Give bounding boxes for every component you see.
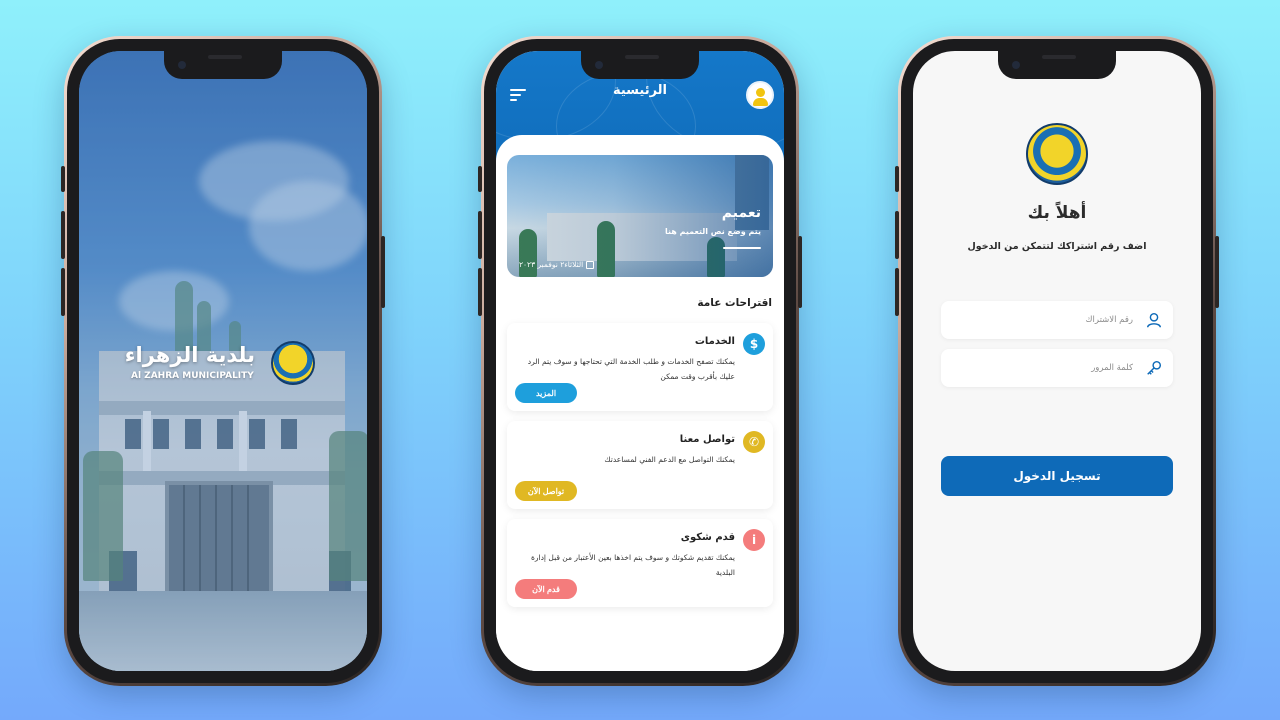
page-title: الرئيسية — [612, 83, 668, 98]
announcement-title: تعميم — [721, 205, 761, 221]
brand-name-arabic: بلدية الزهراء — [124, 343, 255, 367]
phone-home: الرئيسية تعميم يتم وضع نص التعميم هنا ال… — [478, 36, 802, 686]
complaint-card[interactable]: i قدم شكوى يمكنك تقديم شكوتك و سوف يتم ا… — [507, 519, 773, 607]
mute-switch — [61, 166, 65, 192]
volume-up-button — [478, 211, 482, 259]
announcement-text: يتم وضع نص التعميم هنا — [664, 227, 761, 236]
notch — [164, 51, 282, 79]
services-icon: $ — [743, 333, 765, 355]
municipality-logo — [1026, 123, 1088, 185]
section-title: اقتراحات عامة — [697, 297, 772, 309]
announcement-date: الثلاثاء٢ نوفمبر ٢٠٢٣ — [519, 260, 595, 269]
notch — [581, 51, 699, 79]
card-title: تواصل معنا — [679, 434, 735, 445]
volume-down-button — [61, 268, 65, 316]
camera-icon — [178, 61, 186, 69]
volume-up-button — [61, 211, 65, 259]
login-instructions: اضف رقم اشتراكك لتتمكن من الدخول — [967, 241, 1147, 252]
announcement-card[interactable]: تعميم يتم وضع نص التعميم هنا الثلاثاء٢ ن… — [507, 155, 773, 277]
submit-now-button[interactable]: قدم الآن — [515, 579, 577, 599]
phone-icon: ✆ — [743, 431, 765, 453]
announcement-date-text: الثلاثاء٢ نوفمبر ٢٠٢٣ — [519, 260, 584, 269]
card-description: يمكنك تصفح الخدمات و طلب الخدمة التي تحت… — [527, 357, 735, 381]
mute-switch — [895, 166, 899, 192]
brand-name-english: Al ZAHRA MUNICIPALITY — [131, 371, 254, 381]
power-button — [1215, 236, 1219, 308]
login-button[interactable]: تسجيل الدخول — [941, 456, 1173, 496]
info-icon: i — [743, 529, 765, 551]
password-input[interactable] — [949, 349, 1133, 387]
user-icon — [1146, 312, 1162, 328]
announcement-underline — [723, 247, 761, 249]
welcome-heading: أهلاً بك — [1027, 203, 1087, 223]
power-button — [798, 236, 802, 308]
card-description: يمكنك تقديم شكوتك و سوف يتم اخذها بعين ا… — [530, 553, 735, 577]
key-icon — [1147, 360, 1162, 375]
calendar-icon — [586, 260, 595, 269]
subscription-field[interactable] — [941, 301, 1173, 339]
phone-login: أهلاً بك اضف رقم اشتراكك لتتمكن من الدخو… — [895, 36, 1219, 686]
mute-switch — [478, 166, 482, 192]
camera-icon — [595, 61, 603, 69]
power-button — [381, 236, 385, 308]
more-button[interactable]: المزيد — [515, 383, 577, 403]
volume-down-button — [478, 268, 482, 316]
card-title: الخدمات — [694, 336, 735, 347]
login-screen: أهلاً بك اضف رقم اشتراكك لتتمكن من الدخو… — [913, 51, 1201, 671]
home-screen: الرئيسية تعميم يتم وضع نص التعميم هنا ال… — [496, 51, 784, 671]
contact-now-button[interactable]: تواصل الآن — [515, 481, 577, 501]
home-content: تعميم يتم وضع نص التعميم هنا الثلاثاء٢ ن… — [496, 135, 784, 671]
phone-splash: بلدية الزهراء Al ZAHRA MUNICIPALITY — [61, 36, 385, 686]
splash-screen: بلدية الزهراء Al ZAHRA MUNICIPALITY — [79, 51, 367, 671]
password-field[interactable] — [941, 349, 1173, 387]
camera-icon — [1012, 61, 1020, 69]
contact-card[interactable]: ✆ تواصل معنا يمكنك التواصل مع الدعم الفن… — [507, 421, 773, 509]
municipality-logo — [271, 341, 315, 385]
subscription-input[interactable] — [949, 301, 1133, 339]
services-card[interactable]: $ الخدمات يمكنك تصفح الخدمات و طلب الخدم… — [507, 323, 773, 411]
volume-up-button — [895, 211, 899, 259]
volume-down-button — [895, 268, 899, 316]
notch — [998, 51, 1116, 79]
avatar[interactable] — [746, 81, 774, 109]
card-title: قدم شكوى — [680, 532, 735, 543]
card-description: يمكنك التواصل مع الدعم الفني لمساعدتك — [604, 455, 735, 464]
